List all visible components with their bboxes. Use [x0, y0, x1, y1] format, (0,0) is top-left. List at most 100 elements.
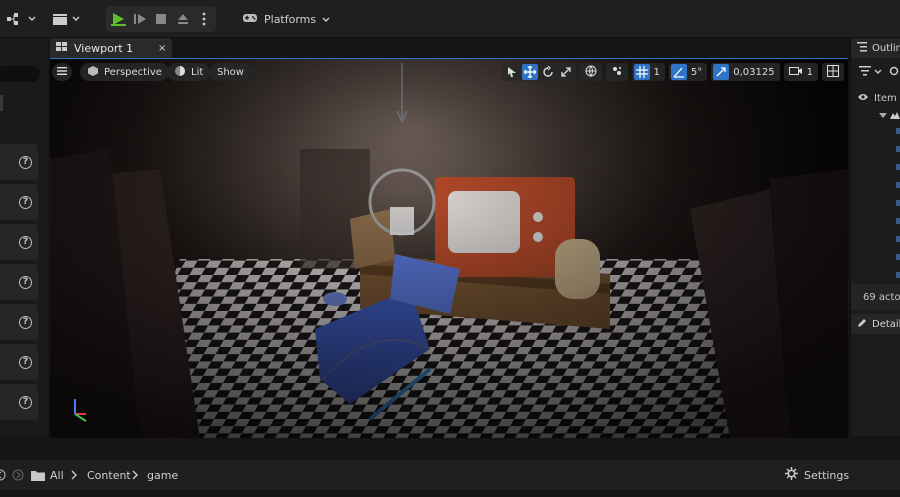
left-panel-row[interactable]: ? [0, 144, 38, 180]
angle-snap-value: 5° [690, 66, 703, 78]
history-back-icon[interactable] [0, 460, 6, 490]
viewport-menu-button[interactable] [52, 63, 72, 81]
viewport-layout-button[interactable] [822, 63, 844, 81]
eject-icon[interactable] [175, 7, 191, 31]
chevron-down-icon [874, 67, 882, 78]
stop-icon[interactable] [154, 7, 170, 31]
rotate-icon[interactable] [540, 64, 556, 80]
cinematics-selector[interactable] [52, 6, 80, 32]
help-icon[interactable]: ? [19, 355, 32, 369]
outliner-header: Item Label [851, 90, 900, 106]
scene-render [50, 59, 848, 438]
lit-label: Lit [191, 66, 204, 78]
platforms-menu[interactable]: Platforms [236, 6, 336, 32]
help-icon[interactable]: ? [19, 395, 32, 409]
expand-arrow-icon[interactable] [879, 111, 887, 122]
help-icon[interactable]: ? [19, 275, 32, 289]
mode-selector[interactable] [6, 6, 36, 32]
select-cursor-icon[interactable] [504, 64, 520, 80]
help-icon[interactable]: ? [19, 235, 32, 249]
level-icon [890, 111, 900, 122]
outliner-root-row[interactable] [851, 108, 900, 124]
breadcrumb-game[interactable]: game [147, 460, 178, 490]
eye-icon[interactable] [857, 93, 869, 104]
step-forward-icon[interactable] [132, 7, 148, 31]
scale-snap-value: 0,03125 [733, 66, 775, 78]
left-panel-row[interactable]: ? [0, 384, 38, 420]
help-icon[interactable]: ? [19, 195, 32, 209]
left-panel-search[interactable] [0, 66, 40, 82]
camera-speed-value: 1 [806, 66, 813, 78]
outliner-row-marker [896, 128, 900, 134]
chevron-right-icon[interactable] [132, 460, 138, 490]
left-panel-row[interactable]: ? [0, 224, 38, 260]
left-panel-row[interactable]: ? [0, 304, 38, 340]
perspective-label: Perspective [104, 66, 162, 78]
scale-icon[interactable] [558, 64, 574, 80]
show-label: Show [217, 66, 244, 78]
chevron-down-icon[interactable] [28, 7, 36, 31]
cube-icon [87, 65, 99, 80]
outliner-row-marker [896, 272, 900, 278]
settings-gear-icon[interactable] [889, 66, 899, 79]
outliner-tab-label: Outliner [872, 42, 900, 54]
grid-snap-icon [633, 64, 650, 80]
details-tab[interactable]: Details [851, 314, 900, 334]
grid-snap-button[interactable]: 1 [631, 63, 665, 81]
world-space-button[interactable] [579, 63, 602, 81]
left-panel-row[interactable]: ? [0, 344, 38, 380]
translate-icon[interactable] [521, 64, 538, 80]
outliner-row-marker [896, 218, 900, 224]
angle-snap-button[interactable]: 5° [668, 63, 708, 81]
camera-icon [788, 66, 803, 79]
grid-snap-value: 1 [653, 66, 660, 78]
main-toolbar: Platforms [0, 0, 900, 38]
sphere-icon [174, 65, 186, 80]
left-panel-row[interactable]: ? [0, 184, 38, 220]
play-icon[interactable] [110, 7, 126, 31]
angle-snap-icon [670, 64, 687, 80]
item-label-header[interactable]: Item Label [874, 93, 900, 104]
filter-icon [859, 65, 871, 79]
outliner-row-marker [896, 254, 900, 260]
chevron-down-icon [322, 13, 330, 26]
outliner-row-marker [896, 200, 900, 206]
platforms-label: Platforms [264, 12, 317, 26]
folder-icon[interactable] [31, 460, 45, 490]
viewport-tab[interactable]: Viewport 1 × [50, 38, 172, 58]
outliner-row-marker [896, 236, 900, 242]
outliner-row-marker [896, 146, 900, 152]
transform-mode-group [501, 63, 576, 81]
lit-view-mode-button[interactable]: Lit [167, 63, 211, 81]
settings-button[interactable]: Settings [785, 460, 849, 490]
level-viewport[interactable]: Perspective Lit Show 1 5° 0,03125 1 [50, 58, 848, 438]
breadcrumb-content[interactable]: Content [87, 460, 131, 490]
outliner-tab[interactable]: Outliner [851, 38, 900, 58]
gear-icon [785, 467, 798, 483]
right-panel: Outliner Item Label 69 actors [850, 38, 900, 436]
left-panel-row[interactable]: ? [0, 264, 38, 300]
close-icon[interactable]: × [158, 43, 172, 54]
viewport-tab-title: Viewport 1 [74, 41, 134, 55]
chevron-right-icon[interactable] [71, 460, 77, 490]
outliner-filter-button[interactable] [851, 64, 900, 80]
globe-icon [585, 65, 597, 80]
tab-strip [172, 38, 848, 58]
chevron-down-icon[interactable] [72, 7, 80, 31]
help-icon[interactable]: ? [19, 155, 32, 169]
more-options-icon[interactable] [197, 7, 213, 31]
outliner-row-marker [896, 164, 900, 170]
settings-label: Settings [804, 468, 850, 482]
pencil-icon [857, 318, 867, 331]
help-icon[interactable]: ? [19, 315, 32, 329]
clapperboard-icon[interactable] [52, 7, 68, 31]
modes-icon[interactable] [6, 7, 24, 31]
scale-snap-button[interactable]: 0,03125 [711, 63, 780, 81]
surface-snap-button[interactable] [605, 63, 628, 81]
breadcrumb-all[interactable]: All [50, 460, 64, 490]
outliner-icon [857, 41, 867, 55]
history-forward-icon[interactable] [12, 460, 24, 490]
camera-speed-button[interactable]: 1 [783, 63, 818, 81]
perspective-button[interactable]: Perspective [80, 63, 169, 81]
show-button[interactable]: Show [210, 63, 251, 81]
